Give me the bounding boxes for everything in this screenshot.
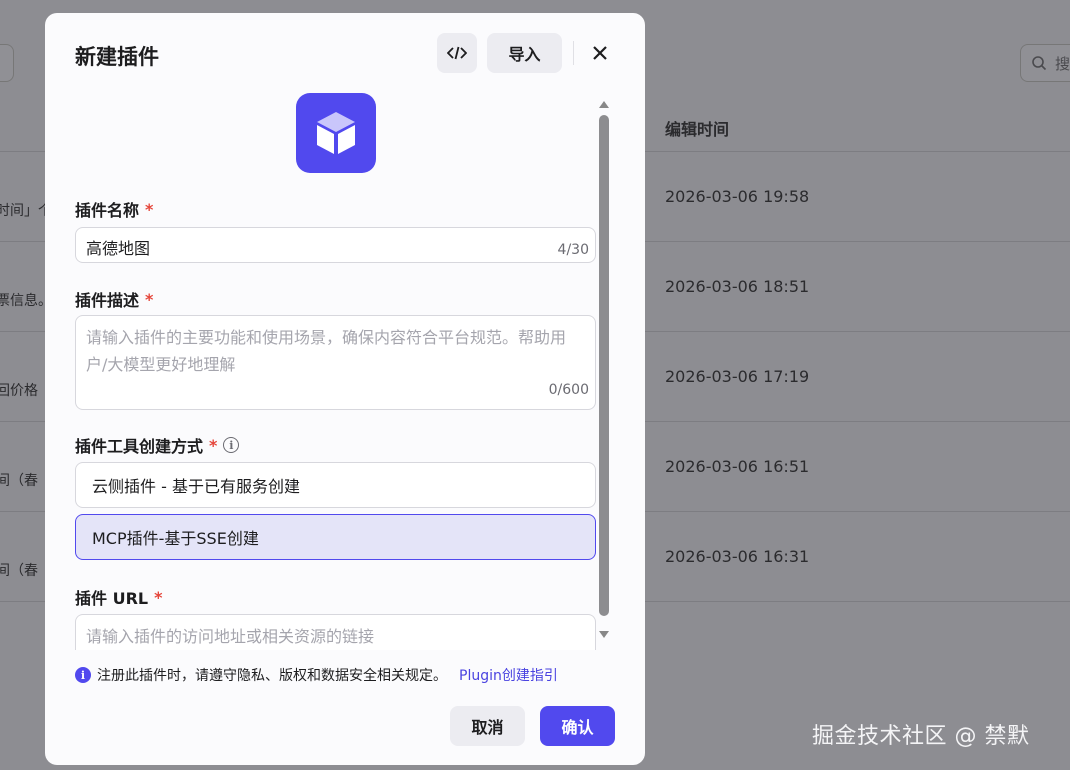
info-icon[interactable]: i: [223, 437, 240, 453]
search-input: 搜: [1020, 44, 1070, 82]
info-icon: i: [75, 667, 91, 683]
scrollbar-thumb[interactable]: [599, 115, 609, 616]
plugin-description-textarea[interactable]: 请输入插件的主要功能和使用场景，确保内容符合平台规范。帮助用户/大模型更好地理解…: [75, 315, 596, 410]
url-placeholder: 请输入插件的访问地址或相关资源的链接: [86, 627, 375, 646]
required-mark: *: [209, 435, 218, 455]
notice-text: 注册此插件时，请遵守隐私、版权和数据安全相关规定。: [97, 668, 447, 684]
row-time: 2026-03-06 18:51: [665, 277, 810, 296]
code-icon: [447, 46, 467, 60]
row-time: 2026-03-06 19:58: [665, 187, 810, 206]
dialog-title: 新建插件: [75, 45, 159, 69]
row-time: 2026-03-06 17:19: [665, 367, 810, 386]
compliance-notice: i 注册此插件时，请遵守隐私、版权和数据安全相关规定。 Plugin创建指引: [75, 665, 558, 685]
option-mcp-plugin[interactable]: MCP插件-基于SSE创建: [75, 514, 596, 560]
search-placeholder: 搜: [1055, 54, 1070, 73]
row-snippet: 间（春: [0, 473, 38, 489]
code-button[interactable]: [437, 33, 477, 73]
required-mark: *: [145, 199, 154, 219]
required-mark: *: [145, 289, 154, 309]
method-label: 插件工具创建方式 * i: [75, 433, 240, 457]
name-label-text: 插件名称: [75, 201, 140, 220]
scrollbar[interactable]: [599, 101, 611, 641]
import-button[interactable]: 导入: [487, 33, 562, 73]
header-divider: [573, 41, 574, 65]
close-button[interactable]: [585, 37, 615, 69]
name-label: 插件名称 *: [75, 197, 153, 221]
column-header-edit-time: 编辑时间: [665, 120, 730, 139]
desc-char-counter: 0/600: [548, 382, 589, 398]
desc-label-text: 插件描述: [75, 291, 140, 310]
filter-dropdown: [0, 44, 14, 82]
desc-placeholder: 请输入插件的主要功能和使用场景，确保内容符合平台规范。帮助用户/大模型更好地理解: [86, 328, 567, 374]
plugin-name-value: 高德地图: [86, 239, 151, 258]
scroll-down-arrow-icon[interactable]: [599, 631, 609, 638]
name-char-counter: 4/30: [557, 242, 589, 258]
scroll-up-arrow-icon[interactable]: [599, 101, 609, 108]
plugin-url-input[interactable]: 请输入插件的访问地址或相关资源的链接: [75, 614, 596, 650]
cancel-button[interactable]: 取消: [450, 706, 525, 746]
url-label: 插件 URL *: [75, 585, 162, 609]
row-time: 2026-03-06 16:31: [665, 547, 810, 566]
row-snippet: 回价格: [0, 383, 38, 399]
plugin-guide-link[interactable]: Plugin创建指引: [459, 665, 558, 685]
url-label-text: 插件 URL: [75, 589, 149, 608]
row-time: 2026-03-06 16:51: [665, 457, 810, 476]
method-label-text: 插件工具创建方式: [75, 437, 204, 456]
search-icon: [1032, 56, 1047, 71]
required-mark: *: [154, 587, 163, 607]
desc-label: 插件描述 *: [75, 287, 153, 311]
cube-icon: [317, 112, 355, 154]
new-plugin-dialog: 新建插件 导入 插件名称 * 高德地图 4/30 插件描述 * 请输入插件的主要…: [45, 13, 645, 765]
confirm-button[interactable]: 确认: [540, 706, 615, 746]
row-snippet: 间（春: [0, 563, 38, 579]
watermark: 掘金技术社区 @ 禁默: [812, 724, 1030, 749]
plugin-avatar[interactable]: [296, 93, 376, 173]
plugin-name-input[interactable]: 高德地图 4/30: [75, 227, 596, 263]
option-cloud-plugin[interactable]: 云侧插件 - 基于已有服务创建: [75, 462, 596, 508]
close-icon: [593, 46, 607, 60]
